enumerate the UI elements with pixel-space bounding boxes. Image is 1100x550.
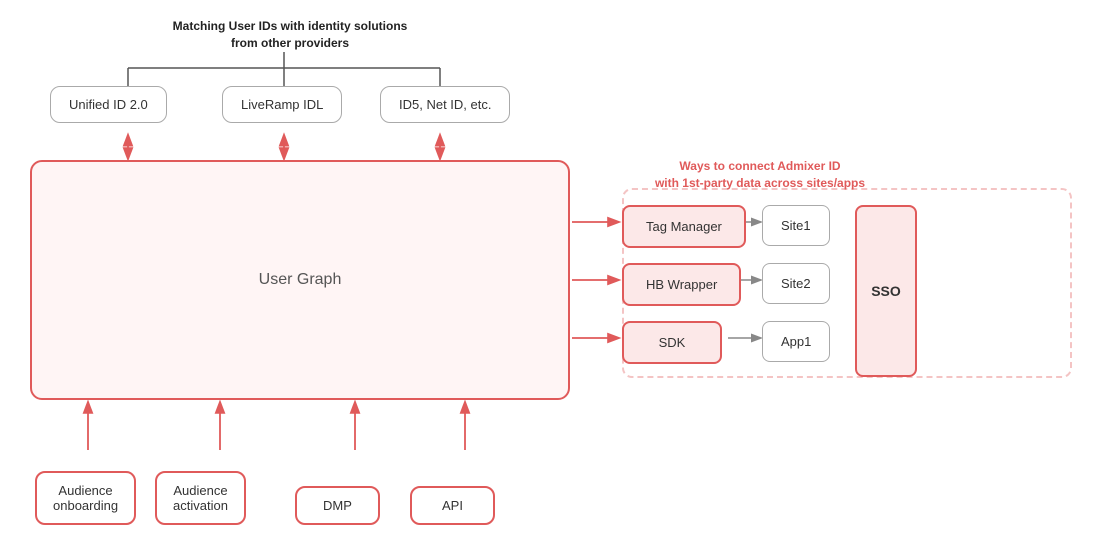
provider-liveramp: LiveRamp IDL [222, 86, 342, 123]
diagram: Matching User IDs with identity solution… [0, 0, 1100, 550]
audience-activation-box: Audienceactivation [155, 471, 246, 525]
hb-wrapper-box: HB Wrapper [622, 263, 741, 306]
sdk-box: SDK [622, 321, 722, 364]
provider-uid2: Unified ID 2.0 [50, 86, 167, 123]
audience-onboarding-box: Audienceonboarding [35, 471, 136, 525]
user-graph-label: User Graph [259, 271, 342, 289]
api-box: API [410, 486, 495, 525]
site1-box: Site1 [762, 205, 830, 246]
sso-box: SSO [855, 205, 917, 377]
user-graph-box: User Graph [30, 160, 570, 400]
tag-manager-box: Tag Manager [622, 205, 746, 248]
site2-box: Site2 [762, 263, 830, 304]
provider-id5: ID5, Net ID, etc. [380, 86, 510, 123]
provider-label: Matching User IDs with identity solution… [170, 18, 410, 52]
app1-box: App1 [762, 321, 830, 362]
dmp-box: DMP [295, 486, 380, 525]
right-section-label: Ways to connect Admixer IDwith 1st-party… [650, 158, 870, 192]
